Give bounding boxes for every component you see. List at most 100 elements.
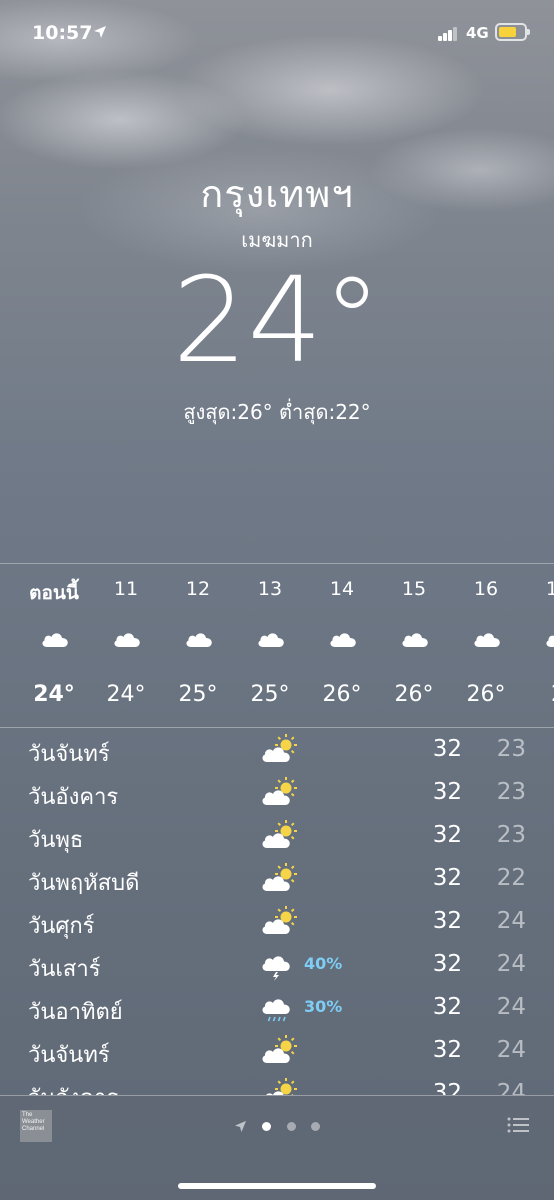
status-time: 10:57 [32,22,93,44]
low-temperature: 24 [496,994,526,1020]
daily-row[interactable]: วันอังคาร 32 23 [0,773,554,816]
home-indicator[interactable] [178,1183,376,1189]
day-name: วันศุกร์ [28,914,95,939]
low-temperature: 24 [496,1080,526,1095]
hour-temperature: 26° [322,682,362,707]
hour-label: 13 [257,578,283,600]
hourly-item: ตอนนี้ 24° [18,564,90,727]
high-temperature: 32 [432,865,462,891]
low-temperature: 23 [496,822,526,848]
page-dot[interactable] [287,1122,296,1131]
page-indicator[interactable] [234,1118,334,1134]
high-temperature: 32 [432,779,462,805]
low-temperature: 22 [496,865,526,891]
hour-temperature: 2 [522,682,554,707]
low-temperature: 23 [496,779,526,805]
hour-label: 14 [329,578,355,600]
hour-temperature: 26° [394,682,434,707]
daily-row[interactable]: วันพฤหัสบดี 32 22 [0,859,554,902]
hour-temperature: 25° [178,682,218,707]
low-temperature: 24 [496,951,526,977]
cloud-icon [40,630,70,648]
day-name: วันจันทร์ [28,1043,110,1068]
partly-cloudy-icon [261,1035,299,1067]
status-bar: 10:57 4G [0,0,554,66]
daily-row[interactable]: วันอาทิตย์ 30% 32 24 [0,988,554,1031]
page-dot-active[interactable] [262,1122,271,1131]
hour-label: 16 [473,578,499,600]
partly-cloudy-icon [261,906,299,938]
low-temperature: 24 [496,1037,526,1063]
daily-row[interactable]: วันเสาร์ 40% 32 24 [0,945,554,988]
day-name: วันอาทิตย์ [28,1000,123,1025]
hour-label: ตอนนี้ [29,582,79,604]
hour-label: 12 [185,578,211,600]
high-temperature: 32 [432,1037,462,1063]
hour-label: 15 [401,578,427,600]
daily-row[interactable]: วันศุกร์ 32 24 [0,902,554,945]
hourly-item: 15 26° [378,564,450,727]
hourly-item: 17 2 [522,564,554,727]
weather-channel-logo[interactable]: The Weather Channel [20,1110,52,1142]
cloud-icon [184,630,214,648]
hourly-item: 14 26° [306,564,378,727]
high-temperature: 32 [432,1080,462,1095]
hour-temperature: 24° [106,682,146,707]
high-temperature: 32 [432,736,462,762]
hourly-item: 16 26° [450,564,522,727]
high-temperature: 32 [432,908,462,934]
cloud-icon [256,630,286,648]
thunderstorm-icon [261,949,299,981]
cloud-icon [112,630,142,648]
precipitation-chance: 40% [304,954,343,973]
hourly-item: 12 25° [162,564,234,727]
day-name: วันอังคาร [28,1080,118,1095]
hourly-forecast[interactable]: ตอนนี้24°1124°1225°1325°1426°1526°1626°1… [0,563,554,728]
day-name: วันเสาร์ [28,957,101,982]
cloud-icon [472,630,502,648]
battery-level [499,27,516,37]
precipitation-chance: 30% [304,997,343,1016]
hour-temperature: 26° [466,682,506,707]
high-low-temperature: สูงสุด:26° ต่ำสุด:22° [183,400,371,424]
cellular-signal-icon [438,27,458,41]
day-name: วันจันทร์ [28,742,110,767]
daily-row[interactable]: วันอังคาร 32 24 [0,1074,554,1095]
high-temperature: 32 [432,951,462,977]
hour-temperature: 24° [33,682,75,707]
hour-label: 11 [113,578,139,600]
high-temperature: 32 [432,994,462,1020]
current-location-icon [234,1120,247,1133]
cloud-icon [328,630,358,648]
daily-row[interactable]: วันพุธ 32 23 [0,816,554,859]
list-icon[interactable] [507,1116,529,1134]
daily-row[interactable]: วันจันทร์ 32 23 [0,730,554,773]
battery-icon [495,23,530,41]
cloud-icon [544,630,554,648]
low-temperature: 24 [496,908,526,934]
day-name: วันอังคาร [28,785,119,810]
partly-cloudy-icon [261,820,299,852]
partly-cloudy-icon [261,863,299,895]
high-temperature: 32 [432,822,462,848]
partly-cloudy-icon [261,1078,299,1095]
partly-cloudy-icon [261,777,299,809]
location-arrow-icon [94,26,106,38]
page-dot[interactable] [311,1122,320,1131]
partly-cloudy-icon [261,734,299,766]
day-name: วันพุธ [28,828,84,853]
hourly-item: 11 24° [90,564,162,727]
network-type: 4G [466,24,489,42]
hour-temperature: 25° [250,682,290,707]
hourly-item: 13 25° [234,564,306,727]
rain-icon [261,992,299,1024]
city-name: กรุงเทพฯ [200,172,354,216]
current-temperature: 24° [172,251,382,389]
cloud-icon [400,630,430,648]
day-name: วันพฤหัสบดี [28,871,140,896]
low-temperature: 23 [496,736,526,762]
daily-row[interactable]: วันจันทร์ 32 24 [0,1031,554,1074]
logo-text: The Weather Channel [22,1112,45,1132]
daily-forecast[interactable]: วันจันทร์ 32 23 วันอังคาร 32 23 วันพุธ 32 23 วันพ… [0,728,554,1095]
hour-label: 17 [522,578,554,600]
